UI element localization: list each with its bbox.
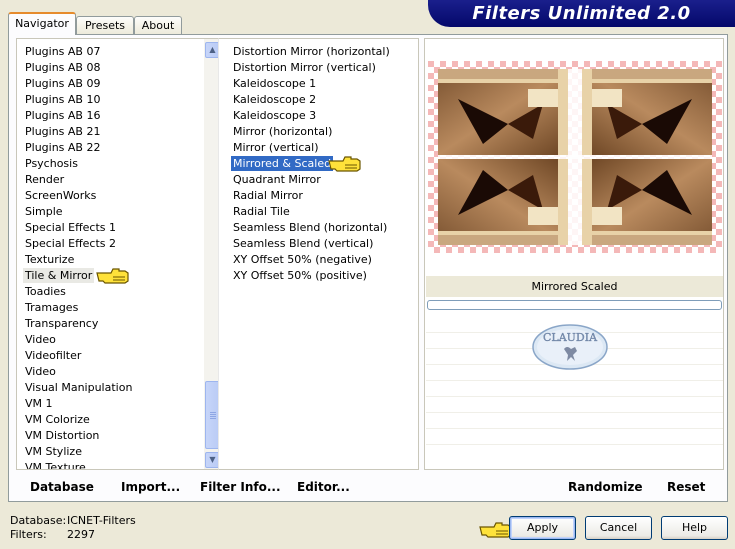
editor-button[interactable]: Editor...	[297, 477, 350, 497]
progress-bar	[427, 300, 722, 310]
randomize-button[interactable]: Randomize	[568, 477, 642, 497]
preview-filter-name: Mirrored Scaled	[426, 276, 723, 297]
preview-image	[428, 61, 722, 253]
category-item[interactable]: Tile & Mirror	[23, 268, 95, 283]
apply-button[interactable]: Apply	[509, 516, 576, 540]
category-item[interactable]: Render	[23, 172, 66, 187]
filter-list[interactable]: Distortion Mirror (horizontal) Distortion…	[218, 38, 419, 470]
category-item[interactable]: Plugins AB 21	[23, 124, 102, 139]
pointing-hand-icon	[328, 156, 361, 172]
tab-label: About	[141, 19, 175, 32]
category-item[interactable]: VM 1	[23, 396, 55, 411]
category-item[interactable]: Plugins AB 08	[23, 60, 102, 75]
filter-item[interactable]: Distortion Mirror (horizontal)	[231, 44, 392, 59]
category-item[interactable]: Special Effects 1	[23, 220, 118, 235]
filters-label: Filters:	[10, 528, 47, 541]
cancel-button[interactable]: Cancel	[585, 516, 652, 540]
filter-item[interactable]: Mirrored & Scaled	[231, 156, 334, 171]
filter-item[interactable]: Quadrant Mirror	[231, 172, 323, 187]
tab-label: Navigator	[15, 17, 69, 30]
tab-navigator[interactable]: Navigator	[8, 12, 76, 35]
category-item[interactable]: Video	[23, 364, 58, 379]
category-item[interactable]: Simple	[23, 204, 65, 219]
category-item[interactable]: Plugins AB 07	[23, 44, 102, 59]
category-item[interactable]: Plugins AB 16	[23, 108, 102, 123]
category-item[interactable]: Visual Manipulation	[23, 380, 134, 395]
tab-label: Presets	[84, 19, 126, 32]
category-item[interactable]: Plugins AB 22	[23, 140, 102, 155]
filter-item[interactable]: Kaleidoscope 3	[231, 108, 318, 123]
status-area: Database:ICNET-Filters Filters: 2297	[10, 514, 136, 542]
filter-item[interactable]: Radial Mirror	[231, 188, 305, 203]
import-button[interactable]: Import...	[121, 477, 180, 497]
category-item[interactable]: Psychosis	[23, 156, 80, 171]
tab-about[interactable]: About	[134, 16, 182, 35]
category-item[interactable]: Plugins AB 10	[23, 92, 102, 107]
category-item[interactable]: Tramages	[23, 300, 80, 315]
svg-text:CLAUDIA: CLAUDIA	[543, 331, 598, 344]
tab-presets[interactable]: Presets	[76, 16, 134, 35]
category-item[interactable]: VM Texture	[23, 460, 88, 469]
database-button[interactable]: Database	[30, 477, 94, 497]
category-item[interactable]: Toadies	[23, 284, 68, 299]
pointing-hand-icon	[96, 268, 129, 284]
filter-item[interactable]: XY Offset 50% (negative)	[231, 252, 374, 267]
filters-count: 2297	[67, 528, 95, 541]
category-item[interactable]: Plugins AB 09	[23, 76, 102, 91]
help-button[interactable]: Help	[661, 516, 728, 540]
filter-info-button[interactable]: Filter Info...	[200, 477, 281, 497]
bottom-toolbar: Database Import... Filter Info... Editor…	[16, 475, 722, 499]
category-item[interactable]: VM Distortion	[23, 428, 101, 443]
filter-item[interactable]: Kaleidoscope 2	[231, 92, 318, 107]
preview-area: Mirrored Scaled CLAUDIA	[424, 38, 724, 470]
database-label: Database:	[10, 514, 67, 527]
database-value: ICNET-Filters	[67, 514, 136, 527]
category-item[interactable]: Texturize	[23, 252, 76, 267]
filter-item[interactable]: Distortion Mirror (vertical)	[231, 60, 378, 75]
category-list[interactable]: Plugins AB 07 Plugins AB 08 Plugins AB 09 P…	[16, 38, 223, 470]
filter-item[interactable]: Kaleidoscope 1	[231, 76, 318, 91]
filter-item[interactable]: Mirror (horizontal)	[231, 124, 334, 139]
app-title-banner: Filters Unlimited 2.0	[428, 0, 735, 27]
category-item[interactable]: VM Stylize	[23, 444, 84, 459]
category-item[interactable]: Transparency	[23, 316, 100, 331]
navigator-panel: Plugins AB 07 Plugins AB 08 Plugins AB 09 P…	[8, 34, 728, 502]
filter-item[interactable]: Mirror (vertical)	[231, 140, 321, 155]
category-item[interactable]: Special Effects 2	[23, 236, 118, 251]
category-item[interactable]: Video	[23, 332, 58, 347]
category-item[interactable]: Videofilter	[23, 348, 83, 363]
reset-button[interactable]: Reset	[667, 477, 705, 497]
claudia-watermark-logo: CLAUDIA	[532, 324, 608, 370]
category-item[interactable]: ScreenWorks	[23, 188, 98, 203]
filter-item[interactable]: XY Offset 50% (positive)	[231, 268, 369, 283]
filter-item[interactable]: Seamless Blend (vertical)	[231, 236, 375, 251]
filter-item[interactable]: Seamless Blend (horizontal)	[231, 220, 389, 235]
category-item[interactable]: VM Colorize	[23, 412, 92, 427]
filter-item[interactable]: Radial Tile	[231, 204, 292, 219]
